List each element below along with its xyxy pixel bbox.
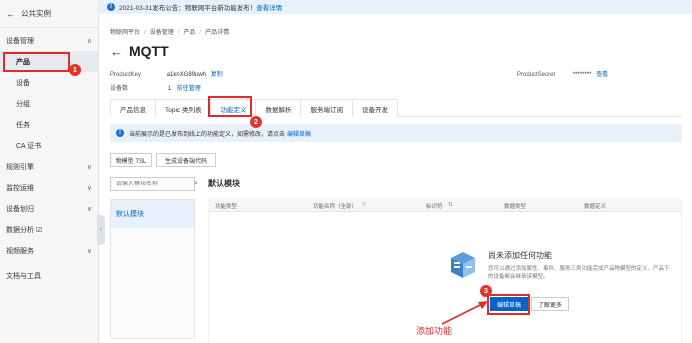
section-title: 默认模块 xyxy=(208,179,240,188)
annotation-badge-3: 3 xyxy=(480,285,492,297)
chevron-down-icon: ∨ xyxy=(86,247,92,255)
sidebar-group-rule-engine[interactable]: 规则引擎 ∨ xyxy=(0,156,98,177)
sidebar-item-ca-cert[interactable]: CA 证书 xyxy=(0,135,98,156)
chevron-down-icon: ∨ xyxy=(86,163,92,171)
tsl-button[interactable]: 物模型 TSL xyxy=(110,153,152,167)
tab-device-dev[interactable]: 设备开发 xyxy=(351,99,398,117)
breadcrumb-item[interactable]: 产品 xyxy=(183,30,195,36)
tab-bar: 产品信息 Topic 类列表 功能定义 数据解析 服务端订阅 设备开发 xyxy=(110,99,682,117)
chevron-up-icon: ∧ xyxy=(86,37,92,45)
info-icon: ! xyxy=(116,129,124,137)
instance-label: 公共实例 xyxy=(21,9,51,18)
back-arrow-icon[interactable]: ← xyxy=(110,44,123,59)
breadcrumb-item[interactable]: 物联网平台 xyxy=(110,30,140,36)
module-item-default[interactable]: 默认模块 xyxy=(111,200,194,228)
device-count-value: 1 xyxy=(167,86,172,92)
annotation-add-function-label: 添加功能 xyxy=(416,326,453,336)
tab-topic-list[interactable]: Topic 类列表 xyxy=(155,99,212,117)
view-secret-link[interactable]: 查看 xyxy=(596,72,608,78)
sidebar-item-device[interactable]: 设备 xyxy=(0,72,98,93)
page-header: ← MQTT xyxy=(110,43,169,59)
empty-state-description: 您可以通过添加属性、事件、服务三类功能完成产品物模型的定义，产品下的设备都会继承… xyxy=(488,266,670,280)
main-content: ! 2021-03-31发布公告：物联网平台新功能发布！ 查看详情 物联网平台 /… xyxy=(99,0,692,343)
announcement-bar: ! 2021-03-31发布公告：物联网平台新功能发布！ 查看详情 xyxy=(99,0,692,14)
info-icon: ! xyxy=(107,3,115,11)
table-header: 功能类型 功能名称（全部） ▽ 标识符 ⇅ 数据类型 数据定义 xyxy=(208,198,682,212)
instance-switcher[interactable]: ← 公共实例 xyxy=(0,0,98,28)
generate-code-button[interactable]: 生成设备端代码 xyxy=(156,153,216,167)
tab-server-subscription[interactable]: 服务端订阅 xyxy=(300,99,353,117)
column-header: 标识符 xyxy=(426,204,443,210)
sidebar-item-group[interactable]: 分组 xyxy=(0,93,98,114)
sidebar-group-device-assign[interactable]: 设备划归 ∨ xyxy=(0,198,98,219)
highlight-function-tab xyxy=(208,96,252,117)
announcement-link[interactable]: 查看详情 xyxy=(256,2,282,12)
tab-data-parsing[interactable]: 数据解析 xyxy=(255,99,302,117)
breadcrumb: 物联网平台 / 设备管理 / 产品 / 产品详情 xyxy=(110,30,230,36)
product-secret-row: ProductSecret ******** 查看 xyxy=(517,72,609,78)
info-bar: ! 当前展示的是已发布到线上的功能定义，如需修改，请点击 编辑草稿 xyxy=(110,124,682,142)
product-key-value: a1knXG89uwh xyxy=(166,72,207,78)
sidebar-group-docs-tools[interactable]: 文档与工具 xyxy=(0,265,98,286)
sidebar-group-monitoring[interactable]: 监控运维 ∨ xyxy=(0,177,98,198)
filter-icon[interactable]: ▽ xyxy=(362,202,366,208)
column-header: 数据类型 xyxy=(504,204,527,210)
sidebar-group-data-analysis[interactable]: 数据分析 ☑ xyxy=(0,219,98,240)
learn-more-button[interactable]: 了解更多 xyxy=(531,297,569,311)
edit-draft-link[interactable]: 编辑草稿 xyxy=(287,129,311,138)
breadcrumb-item[interactable]: 设备管理 xyxy=(150,30,174,36)
column-header-filter[interactable]: 功能名称（全部） xyxy=(313,202,357,210)
sidebar-group-video-service[interactable]: 视频服务 ∨ xyxy=(0,240,98,261)
announcement-text: 2021-03-31发布公告：物联网平台新功能发布！ xyxy=(119,5,257,12)
column-header: 数据定义 xyxy=(584,204,607,210)
device-count-row: 设备数 1 前往管理 xyxy=(110,86,201,92)
page-title: MQTT xyxy=(129,43,169,59)
manage-devices-link[interactable]: 前往管理 xyxy=(177,86,201,92)
sidebar-group-device-management[interactable]: 设备管理 ∧ xyxy=(0,30,98,51)
highlight-edit-draft xyxy=(487,294,530,315)
search-icon[interactable]: ⌕ xyxy=(194,180,198,188)
product-key-row: ProductKey a1knXG89uwh 复制 xyxy=(110,72,223,78)
sort-icon[interactable]: ⇅ xyxy=(448,202,453,208)
copy-link[interactable]: 复制 xyxy=(211,72,223,78)
empty-cube-icon xyxy=(451,252,475,278)
chevron-down-icon: ∨ xyxy=(86,205,92,213)
chevron-down-icon: ∨ xyxy=(86,184,92,192)
empty-state-title: 尚未添加任何功能 xyxy=(488,251,552,260)
back-arrow-icon: ← xyxy=(6,8,15,19)
annotation-badge-1: 1 xyxy=(69,64,81,76)
module-search-input[interactable] xyxy=(116,181,194,187)
column-header: 功能类型 xyxy=(215,204,238,210)
product-secret-value: ******** xyxy=(572,72,592,78)
annotation-badge-2: 2 xyxy=(250,116,262,128)
highlight-product xyxy=(3,52,70,72)
module-search: ⌕ xyxy=(110,177,198,191)
module-list: 默认模块 xyxy=(110,199,195,339)
breadcrumb-item: 产品详情 xyxy=(205,30,230,36)
tab-product-info[interactable]: 产品信息 xyxy=(110,99,156,117)
sidebar-item-task[interactable]: 任务 xyxy=(0,114,98,135)
info-bar-text: 当前展示的是已发布到线上的功能定义，如需修改，请点击 xyxy=(129,131,286,138)
